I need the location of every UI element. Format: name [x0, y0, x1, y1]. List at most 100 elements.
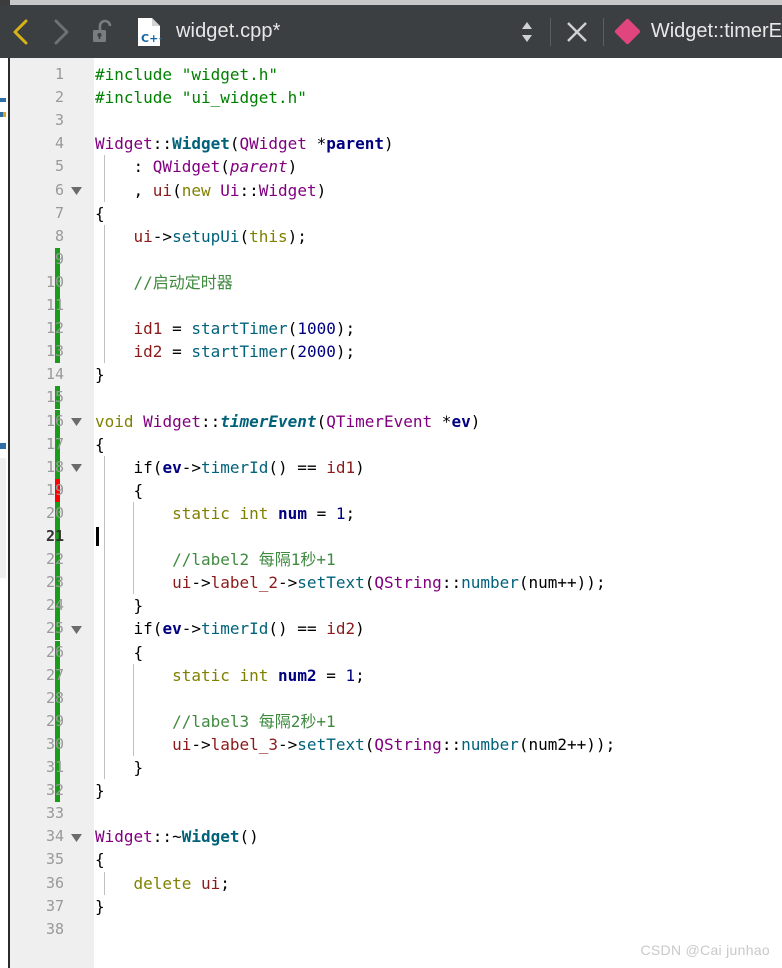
code-token: *	[306, 134, 327, 154]
code-line[interactable]: {	[95, 202, 105, 225]
line-number[interactable]: 10	[10, 271, 64, 294]
code-token: parent	[229, 157, 288, 177]
line-number[interactable]: 24	[10, 594, 64, 617]
line-number[interactable]: 36	[10, 872, 64, 895]
sidebar-fragment-1	[0, 98, 6, 102]
fold-toggle[interactable]	[68, 179, 84, 202]
line-number[interactable]: 11	[10, 294, 64, 317]
fold-toggle[interactable]	[68, 456, 84, 479]
line-number[interactable]: 8	[10, 225, 64, 248]
code-line[interactable]: void Widget::timerEvent(QTimerEvent *ev)	[95, 410, 480, 433]
code-token: parent	[326, 134, 384, 154]
current-symbol-label[interactable]: Widget::timerE	[651, 20, 782, 43]
line-number[interactable]: 15	[10, 386, 64, 409]
line-number[interactable]: 4	[10, 132, 64, 155]
code-line[interactable]: }	[95, 594, 144, 617]
fold-toggle[interactable]	[68, 617, 84, 640]
line-number[interactable]: 6	[10, 179, 64, 202]
line-number[interactable]: 7	[10, 202, 64, 225]
code-token: if	[133, 457, 153, 477]
code-line[interactable]: #include "ui_widget.h"	[95, 86, 307, 109]
code-line[interactable]: if(ev->timerId() == id1)	[95, 456, 365, 479]
line-number[interactable]: 27	[10, 664, 64, 687]
line-number[interactable]: 25	[10, 617, 64, 640]
code-line[interactable]: ui->label_3->setText(QString::number(num…	[95, 733, 615, 756]
code-line[interactable]: }	[95, 756, 144, 779]
close-file-button[interactable]	[557, 5, 597, 58]
line-number[interactable]: 14	[10, 363, 64, 386]
code-line[interactable]: static int num = 1;	[95, 502, 355, 525]
code-line[interactable]: }	[95, 895, 105, 918]
line-number[interactable]: 28	[10, 687, 64, 710]
code-line[interactable]: #include "widget.h"	[95, 63, 278, 86]
line-number[interactable]: 35	[10, 848, 64, 871]
code-line[interactable]: }	[95, 779, 105, 802]
lock-toggle-button[interactable]	[80, 5, 126, 58]
line-number[interactable]: 21	[10, 525, 64, 548]
code-line[interactable]: if(ev->timerId() == id2)	[95, 617, 365, 640]
code-line[interactable]: {	[95, 848, 105, 871]
code-line[interactable]: id2 = startTimer(2000);	[95, 340, 356, 363]
code-line[interactable]: ui->label_2->setText(QString::number(num…	[95, 571, 606, 594]
line-number[interactable]: 22	[10, 548, 64, 571]
code-token: startTimer	[191, 342, 288, 362]
code-line[interactable]: , ui(new Ui::Widget)	[95, 179, 327, 202]
navigate-forward-button[interactable]	[40, 5, 80, 58]
line-number[interactable]: 18	[10, 456, 64, 479]
code-line[interactable]: //启动定时器	[95, 271, 233, 294]
line-number[interactable]: 31	[10, 756, 64, 779]
line-number[interactable]: 32	[10, 779, 64, 802]
line-number[interactable]: 16	[10, 410, 64, 433]
code-line[interactable]: delete ui;	[95, 872, 230, 895]
code-token: (	[364, 573, 375, 593]
code-line[interactable]: ui->setupUi(this);	[95, 225, 307, 248]
line-number[interactable]: 13	[10, 340, 64, 363]
line-number[interactable]: 33	[10, 802, 64, 825]
code-token: if	[133, 619, 153, 639]
line-number[interactable]: 34	[10, 825, 64, 848]
code-line[interactable]: Widget::~Widget()	[95, 825, 259, 848]
code-token: label_3	[210, 734, 279, 754]
code-line[interactable]: Widget::Widget(QWidget *parent)	[95, 132, 394, 155]
line-number[interactable]: 29	[10, 710, 64, 733]
code-line[interactable]: {	[95, 433, 105, 456]
line-number[interactable]: 12	[10, 317, 64, 340]
line-number[interactable]: 37	[10, 895, 64, 918]
code-line[interactable]: : QWidget(parent)	[95, 155, 298, 178]
fold-arrow-icon	[70, 625, 82, 634]
updown-spinner-icon[interactable]	[510, 5, 544, 58]
code-line[interactable]: //label3 每隔2秒+1	[95, 710, 336, 733]
indent-guide	[133, 501, 134, 595]
code-token: "ui_widget.h"	[181, 88, 307, 108]
fold-arrow-icon	[70, 187, 82, 195]
code-line[interactable]: //label2 每隔1秒+1	[95, 548, 336, 571]
line-number[interactable]: 19	[10, 479, 64, 502]
line-number[interactable]: 2	[10, 86, 64, 109]
navigate-back-button[interactable]	[0, 5, 40, 58]
line-number[interactable]: 3	[10, 109, 64, 132]
line-number[interactable]: 38	[10, 918, 64, 941]
code-line[interactable]: {	[95, 641, 144, 664]
code-line[interactable]: id1 = startTimer(1000);	[95, 317, 356, 340]
fold-toggle[interactable]	[68, 410, 84, 433]
line-number[interactable]: 30	[10, 733, 64, 756]
line-number[interactable]: 1	[10, 63, 64, 86]
line-number[interactable]: 26	[10, 641, 64, 664]
open-file-name[interactable]: widget.cpp*	[176, 20, 281, 43]
code-token: new	[181, 180, 211, 200]
code-line[interactable]: {	[95, 479, 144, 502]
code-line[interactable]: }	[95, 363, 105, 386]
line-number[interactable]: 23	[10, 571, 64, 594]
code-line[interactable]: static int num2 = 1;	[95, 664, 365, 687]
line-number[interactable]: 9	[10, 248, 64, 271]
fold-toggle[interactable]	[68, 825, 84, 848]
line-number[interactable]: 20	[10, 502, 64, 525]
code-token: ::~	[152, 827, 182, 847]
line-number[interactable]: 17	[10, 433, 64, 456]
code-editor[interactable]: CSDN @Cai junhao 1 #include "widget.h" 2 #i…	[0, 58, 782, 968]
code-token: setText	[297, 734, 365, 754]
line-number[interactable]: 5	[10, 155, 64, 178]
